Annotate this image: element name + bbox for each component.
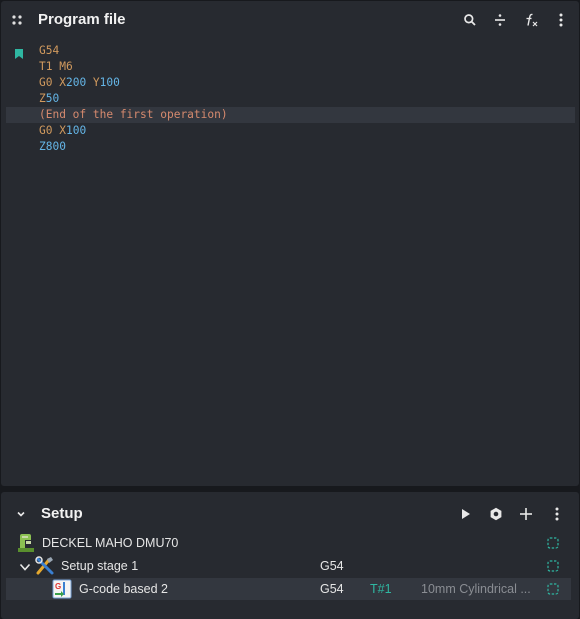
code-line[interactable]: Z800 bbox=[6, 139, 575, 155]
code-token: 100 bbox=[99, 76, 120, 89]
setup-stage-label: Setup stage 1 bbox=[61, 559, 139, 573]
code-token: 50 bbox=[45, 92, 60, 105]
code-token: T1 M6 bbox=[39, 60, 73, 73]
tree-row-operation[interactable]: G G-code based 2 G54 T#1 10mm Cylindrica… bbox=[6, 578, 571, 600]
code-token: 200 bbox=[65, 76, 87, 89]
operation-tool-description: 10mm Cylindrical ... bbox=[421, 582, 531, 596]
code-line[interactable]: G0 X200 Y100 bbox=[6, 75, 575, 91]
more-icon[interactable] bbox=[550, 9, 572, 31]
operation-label: G-code based 2 bbox=[79, 582, 168, 596]
visibility-frame-icon[interactable] bbox=[547, 537, 559, 552]
function-icon[interactable] bbox=[520, 9, 542, 31]
program-file-panel: Program file G54 T1 M6 G0 X200 Y100 Z50 (End… bbox=[1, 1, 579, 486]
code-line[interactable]: T1 M6 bbox=[6, 59, 575, 75]
play-icon[interactable] bbox=[455, 503, 477, 525]
setup-panel-title: Setup bbox=[41, 505, 83, 522]
more-icon[interactable] bbox=[546, 503, 568, 525]
code-token: (End of the first operation) bbox=[39, 108, 228, 121]
settings-icon[interactable] bbox=[485, 503, 507, 525]
search-icon[interactable] bbox=[459, 9, 481, 31]
operation-tool-number: T#1 bbox=[370, 582, 392, 596]
code-token: G54 bbox=[39, 44, 60, 57]
code-token: X bbox=[59, 124, 66, 137]
program-panel-header: Program file bbox=[1, 1, 579, 37]
code-token: G0 bbox=[39, 76, 60, 89]
tree-row-machine[interactable]: DECKEL MAHO DMU70 bbox=[6, 532, 571, 554]
machine-icon bbox=[17, 533, 35, 556]
code-token: Z bbox=[39, 92, 46, 105]
operation-wcs: G54 bbox=[320, 582, 344, 596]
machine-label: DECKEL MAHO DMU70 bbox=[42, 536, 179, 550]
visibility-frame-icon[interactable] bbox=[547, 583, 559, 598]
drag-handle-icon[interactable] bbox=[6, 9, 28, 31]
collapse-chevron-icon[interactable] bbox=[10, 503, 32, 525]
code-token: X bbox=[59, 76, 66, 89]
visibility-frame-icon[interactable] bbox=[547, 560, 559, 575]
expand-chevron-icon[interactable] bbox=[19, 561, 31, 575]
setup-stage-wcs: G54 bbox=[320, 559, 344, 573]
divide-icon[interactable] bbox=[489, 9, 511, 31]
code-line[interactable]: G0 X100 bbox=[6, 123, 575, 139]
code-token: 100 bbox=[65, 124, 87, 137]
setup-panel-header: Setup bbox=[1, 492, 579, 528]
tree-row-setup-stage[interactable]: Setup stage 1 G54 bbox=[6, 555, 571, 577]
gcode-operation-icon: G bbox=[52, 579, 72, 602]
code-token: Z bbox=[39, 140, 46, 153]
add-icon[interactable] bbox=[515, 503, 537, 525]
code-token: 800 bbox=[45, 140, 66, 153]
setup-tools-icon bbox=[35, 556, 55, 579]
svg-text:G: G bbox=[55, 582, 61, 591]
code-token: Y bbox=[86, 76, 100, 89]
code-line[interactable]: G54 bbox=[6, 43, 575, 59]
code-line[interactable]: (End of the first operation) bbox=[6, 107, 575, 123]
setup-panel: Setup DECKEL MAHO DMU70 Setup stage 1 G5… bbox=[1, 492, 579, 619]
program-panel-title: Program file bbox=[38, 11, 126, 28]
code-line[interactable]: Z50 bbox=[6, 91, 575, 107]
code-token: G0 bbox=[39, 124, 60, 137]
